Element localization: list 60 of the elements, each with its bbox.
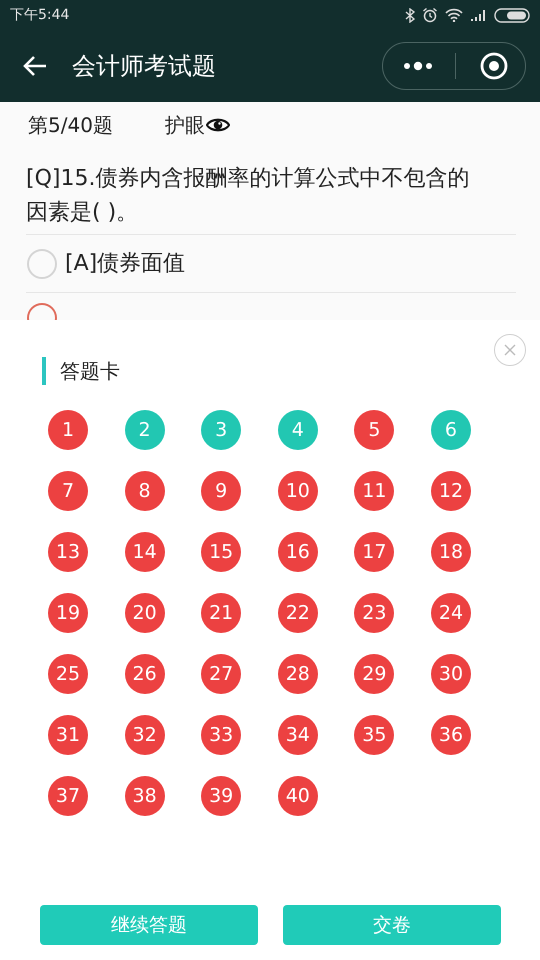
radio-button[interactable] (27, 248, 57, 278)
question-number-button[interactable]: 21 (201, 593, 242, 633)
question-number-button[interactable]: 28 (278, 654, 318, 694)
question-number-button[interactable]: 18 (430, 532, 471, 572)
question-number-button[interactable]: 15 (201, 532, 242, 572)
wifi-icon (445, 8, 463, 22)
question-number-button[interactable]: 40 (278, 776, 318, 816)
question-number-button[interactable]: 1 (48, 410, 88, 450)
question-text: [Q]15.债券内含报酬率的计算公式中不包含的因素是( )。 (26, 148, 516, 235)
question-number-button[interactable]: 5 (354, 410, 394, 450)
question-number-button[interactable]: 23 (354, 593, 394, 633)
question-number-button[interactable]: 33 (201, 715, 242, 755)
answer-card-title: 答题卡 (60, 358, 120, 385)
battery-icon (494, 8, 530, 22)
question-number-button[interactable]: 37 (48, 776, 88, 816)
question-number-button[interactable]: 24 (430, 593, 471, 633)
bluetooth-icon (405, 8, 415, 22)
eye-icon (206, 117, 230, 133)
status-time: 下午5:44 (10, 6, 70, 24)
question-number-button[interactable]: 34 (278, 715, 318, 755)
submit-button[interactable]: 交卷 (283, 905, 501, 945)
question-number-button[interactable]: 25 (48, 654, 88, 694)
question-number-button[interactable]: 31 (48, 715, 88, 755)
close-app-icon[interactable] (480, 52, 508, 80)
question-number-button[interactable]: 9 (201, 471, 242, 511)
question-number-button[interactable]: 22 (278, 593, 318, 633)
question-number-button[interactable]: 6 (430, 410, 471, 450)
page-title: 会计师考试题 (72, 51, 216, 82)
question-number-button[interactable]: 26 (124, 654, 165, 694)
question-number-button[interactable]: 16 (278, 532, 318, 572)
eye-mode-toggle[interactable]: 护眼 (164, 110, 230, 140)
question-number-button[interactable]: 10 (278, 471, 318, 511)
question-number-button[interactable]: 12 (430, 471, 471, 511)
question-number-button[interactable]: 19 (48, 593, 88, 633)
question-number-button[interactable]: 30 (430, 654, 471, 694)
option-label: [A]债券面值 (65, 250, 186, 278)
question-number-button[interactable]: 32 (124, 715, 165, 755)
question-number-button[interactable]: 13 (48, 532, 88, 572)
question-number-button[interactable]: 3 (201, 410, 242, 450)
question-number-button[interactable]: 2 (124, 410, 165, 450)
question-number-button[interactable]: 35 (354, 715, 394, 755)
question-number-button[interactable]: 27 (201, 654, 242, 694)
question-number-button[interactable]: 7 (48, 471, 88, 511)
question-counter: 第5/40题 (28, 112, 113, 139)
question-number-button[interactable]: 4 (278, 410, 318, 450)
question-number-button[interactable]: 39 (201, 776, 242, 816)
more-icon[interactable] (403, 61, 433, 71)
close-icon (504, 344, 516, 356)
question-number-button[interactable]: 14 (124, 532, 165, 572)
continue-button[interactable]: 继续答题 (40, 905, 258, 945)
alarm-icon (422, 7, 438, 23)
question-number-button[interactable]: 36 (430, 715, 471, 755)
question-number-button[interactable]: 11 (354, 471, 394, 511)
question-number-button[interactable]: 20 (124, 593, 165, 633)
question-number-button[interactable]: 17 (354, 532, 394, 572)
question-number-button[interactable]: 29 (354, 654, 394, 694)
question-number-button[interactable]: 38 (124, 776, 165, 816)
question-number-button[interactable]: 8 (124, 471, 165, 511)
signal-icon (470, 8, 487, 22)
back-arrow-icon[interactable] (22, 55, 48, 77)
